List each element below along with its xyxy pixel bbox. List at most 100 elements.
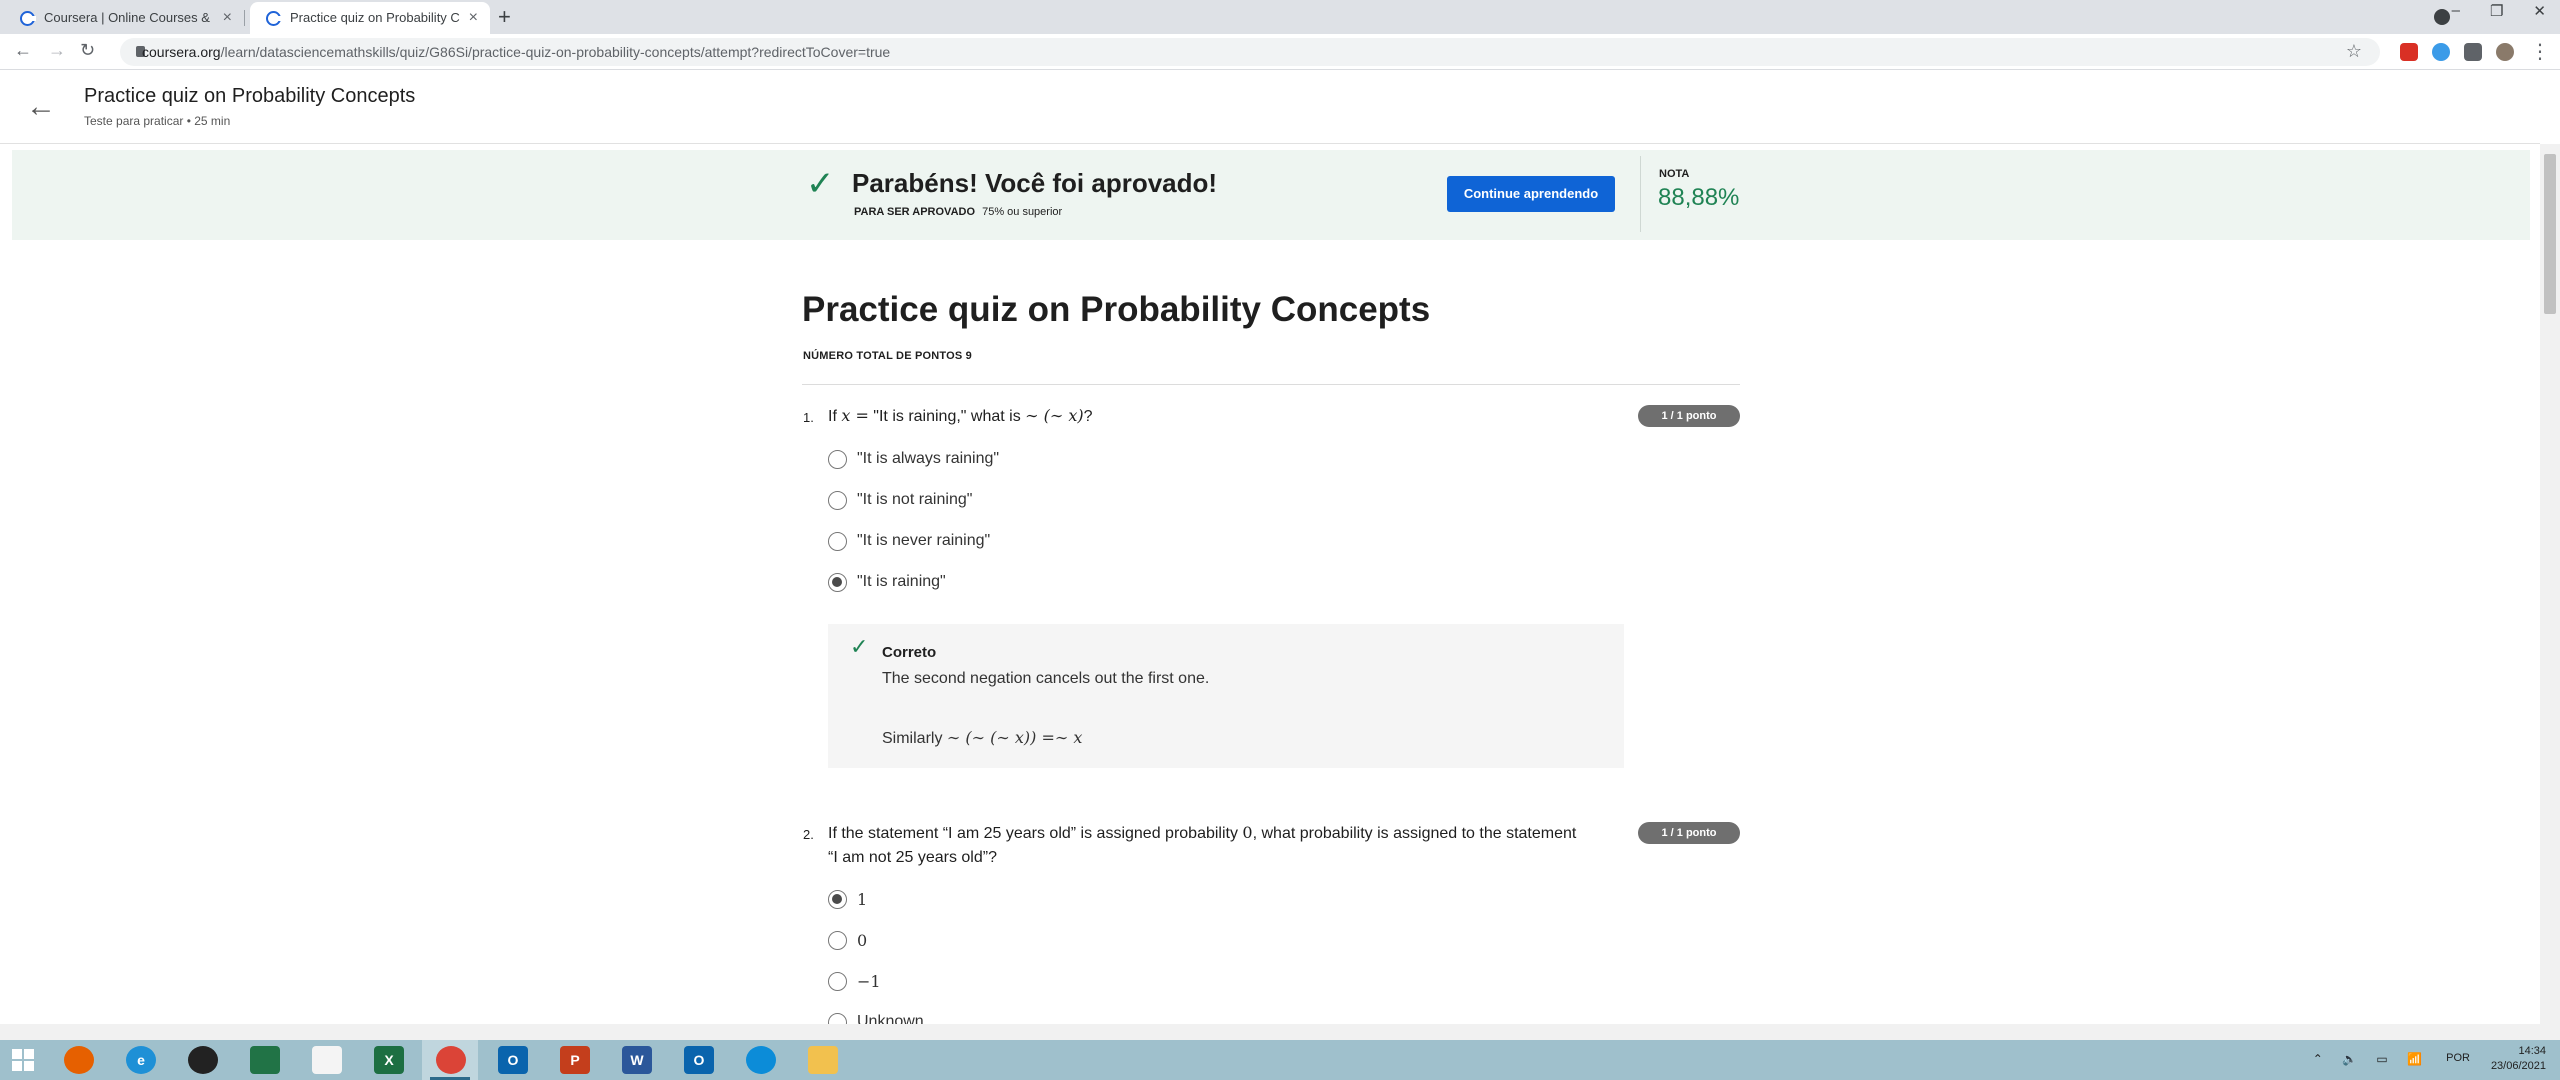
reload-icon[interactable]: ↻	[80, 40, 95, 61]
banner-divider	[1640, 156, 1641, 232]
back-arrow-icon[interactable]: ←	[26, 90, 56, 124]
new-tab-button[interactable]: +	[498, 4, 511, 30]
feedback-similarly: Similarly ∼ (∼ (∼ x)) =∼ x	[882, 728, 1083, 747]
radio-button[interactable]	[828, 971, 847, 991]
pass-check-icon: ✓	[806, 165, 835, 203]
header-title: Practice quiz on Probability Concepts	[84, 85, 416, 107]
clock[interactable]: 14:34 23/06/2021	[2491, 1044, 2546, 1074]
browser-tabstrip: Coursera | Online Courses & Credentials …	[0, 0, 2560, 34]
quiz-header: ← Practice quiz on Probability Concepts …	[0, 70, 2540, 144]
bookmark-star-icon[interactable]: ☆	[2346, 41, 2362, 62]
question-text: If the statement “I am 25 years old” is …	[828, 823, 1577, 866]
option-label: "It is not raining"	[857, 491, 973, 508]
option-label: "It is never raining"	[857, 532, 991, 549]
address-bar[interactable]: coursera.org/learn/datasciencemathskills…	[120, 38, 2380, 66]
excel-icon[interactable]: X	[374, 1046, 404, 1074]
extensions-puzzle-icon[interactable]	[2464, 43, 2482, 61]
language-indicator[interactable]: POR	[2446, 1052, 2470, 1064]
radio-button[interactable]	[828, 930, 847, 950]
feedback-text: The second negation cancels out the firs…	[882, 670, 1210, 687]
windows-start-icon[interactable]	[8, 1046, 38, 1074]
continue-learning-button[interactable]: Continue aprendendo	[1447, 176, 1615, 212]
browser-toolbar: ← → ↻ coursera.org/learn/datasciencemath…	[0, 34, 2560, 70]
project-icon[interactable]	[250, 1046, 280, 1074]
outlook-icon[interactable]: O	[498, 1046, 528, 1074]
extension-cloud-icon[interactable]	[2432, 43, 2450, 61]
answer-option[interactable]: Unknown	[828, 1010, 924, 1024]
quiz-title: Practice quiz on Probability Concepts	[802, 290, 1431, 329]
clock-time: 14:34	[2518, 1045, 2546, 1057]
option-label: −1	[857, 971, 881, 991]
tab-title: Practice quiz on Probability Concepts	[290, 10, 460, 25]
vertical-scrollbar[interactable]	[2540, 144, 2560, 1024]
answer-option-selected[interactable]: "It is raining"	[828, 570, 946, 594]
tab-search-icon[interactable]	[2434, 9, 2450, 25]
total-points: NÚMERO TOTAL DE PONTOS 9	[803, 350, 973, 362]
score-badge: 1 / 1 ponto	[1638, 405, 1740, 427]
grade-label: NOTA	[1659, 168, 1690, 180]
horizontal-scrollbar[interactable]	[0, 1024, 2560, 1040]
powerpoint-icon[interactable]: P	[560, 1046, 590, 1074]
browser-menu-icon[interactable]: ⋮	[2530, 39, 2550, 64]
profile-avatar-icon[interactable]	[2496, 43, 2514, 61]
close-window-icon[interactable]: ✕	[2533, 2, 2546, 20]
score-badge: 1 / 1 ponto	[1638, 822, 1740, 844]
pass-title: Parabéns! Você foi aprovado!	[852, 168, 1218, 198]
system-tray-icons[interactable]: ⌃ 🔈 ▭ 📶	[2313, 1052, 2430, 1066]
pass-requirement: PARA SER APROVADO 75% ou superior	[854, 206, 1062, 218]
answer-option[interactable]: "It is never raining"	[828, 529, 990, 553]
window-controls: – ❐ ✕	[2452, 2, 2546, 20]
coursera-favicon-icon	[266, 11, 282, 26]
tab-title: Coursera | Online Courses & Credentials	[44, 10, 214, 25]
internet-explorer-icon[interactable]: e	[126, 1046, 156, 1074]
pass-banner: ✓ Parabéns! Você foi aprovado! PARA SER …	[12, 150, 2530, 240]
tab-separator	[244, 10, 245, 26]
url-text: coursera.org/learn/datasciencemathskills…	[142, 44, 891, 60]
correct-check-icon: ✓	[850, 634, 869, 659]
radio-button[interactable]	[828, 1012, 847, 1024]
edge-icon[interactable]	[746, 1046, 776, 1074]
scrollbar-thumb[interactable]	[2544, 154, 2556, 314]
option-label: "It is raining"	[857, 573, 946, 590]
back-nav-icon[interactable]: ←	[14, 40, 32, 61]
firefox-icon[interactable]	[64, 1046, 94, 1074]
grade-value: 88,88%	[1658, 184, 1740, 211]
answer-option[interactable]: "It is not raining"	[828, 488, 972, 512]
clock-date: 23/06/2021	[2490, 1060, 2546, 1072]
answer-option[interactable]: "It is always raining"	[828, 447, 999, 471]
divider	[802, 384, 1740, 385]
feedback-box: ✓ Correto The second negation cancels ou…	[828, 624, 1624, 768]
radio-button[interactable]	[828, 490, 847, 510]
feedback-title: Correto	[882, 644, 937, 661]
forward-nav-icon[interactable]: →	[48, 40, 66, 61]
windows-taskbar: e X O P W O ⌃ 🔈 ▭ 📶 POR 14:34 23/06/2021	[0, 1040, 2560, 1080]
obs-icon[interactable]	[188, 1046, 218, 1074]
file-icon[interactable]	[312, 1046, 342, 1074]
tab-coursera-home[interactable]: Coursera | Online Courses & Credentials …	[4, 2, 244, 34]
answer-option[interactable]: −1	[828, 969, 881, 993]
option-label: "It is always raining"	[857, 450, 1000, 467]
answer-option-selected[interactable]: 1	[828, 887, 867, 911]
radio-button-checked[interactable]	[828, 889, 847, 909]
word-icon[interactable]: W	[622, 1046, 652, 1074]
tab-practice-quiz[interactable]: Practice quiz on Probability Concepts ×	[250, 2, 490, 34]
header-subtitle: Teste para praticar • 25 min	[84, 114, 231, 128]
answer-option[interactable]: 0	[828, 928, 867, 952]
file-explorer-icon[interactable]	[808, 1046, 838, 1074]
coursera-favicon-icon	[20, 11, 36, 26]
question-number: 1.	[803, 410, 814, 425]
question-number: 2.	[803, 827, 814, 842]
option-label: Unknown	[857, 1013, 924, 1024]
radio-button[interactable]	[828, 531, 847, 551]
minimize-icon[interactable]: –	[2452, 2, 2460, 20]
outlook-2-icon[interactable]: O	[684, 1046, 714, 1074]
close-tab-icon[interactable]: ×	[469, 2, 478, 34]
pass-requirement-label: PARA SER APROVADO	[854, 206, 976, 218]
extension-adblock-icon[interactable]	[2400, 43, 2418, 61]
chrome-icon[interactable]	[436, 1046, 466, 1074]
option-label: 1	[857, 889, 868, 909]
restore-icon[interactable]: ❐	[2490, 2, 2503, 20]
radio-button[interactable]	[828, 449, 847, 469]
close-tab-icon[interactable]: ×	[223, 2, 232, 34]
radio-button-checked[interactable]	[828, 572, 847, 592]
